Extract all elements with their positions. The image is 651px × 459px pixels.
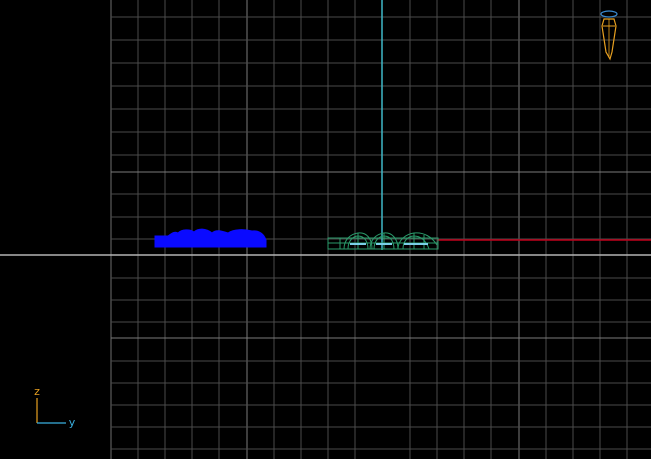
blue-object[interactable]: [154, 228, 267, 248]
wireframe-arch: [397, 232, 438, 250]
gizmo-horizontal-label: y: [69, 416, 76, 429]
blue-object-shape[interactable]: [154, 228, 267, 248]
grid: [110, 0, 651, 459]
viewport-canvas[interactable]: z y: [0, 0, 651, 459]
camera-ring: [600, 10, 618, 18]
camera-marker-icon[interactable]: [600, 10, 618, 61]
gizmo-vertical-label: z: [34, 385, 40, 398]
orthographic-viewport[interactable]: z y: [0, 0, 651, 459]
green-wireframe-object[interactable]: [327, 232, 439, 250]
viewport-left-margin: [0, 0, 111, 459]
